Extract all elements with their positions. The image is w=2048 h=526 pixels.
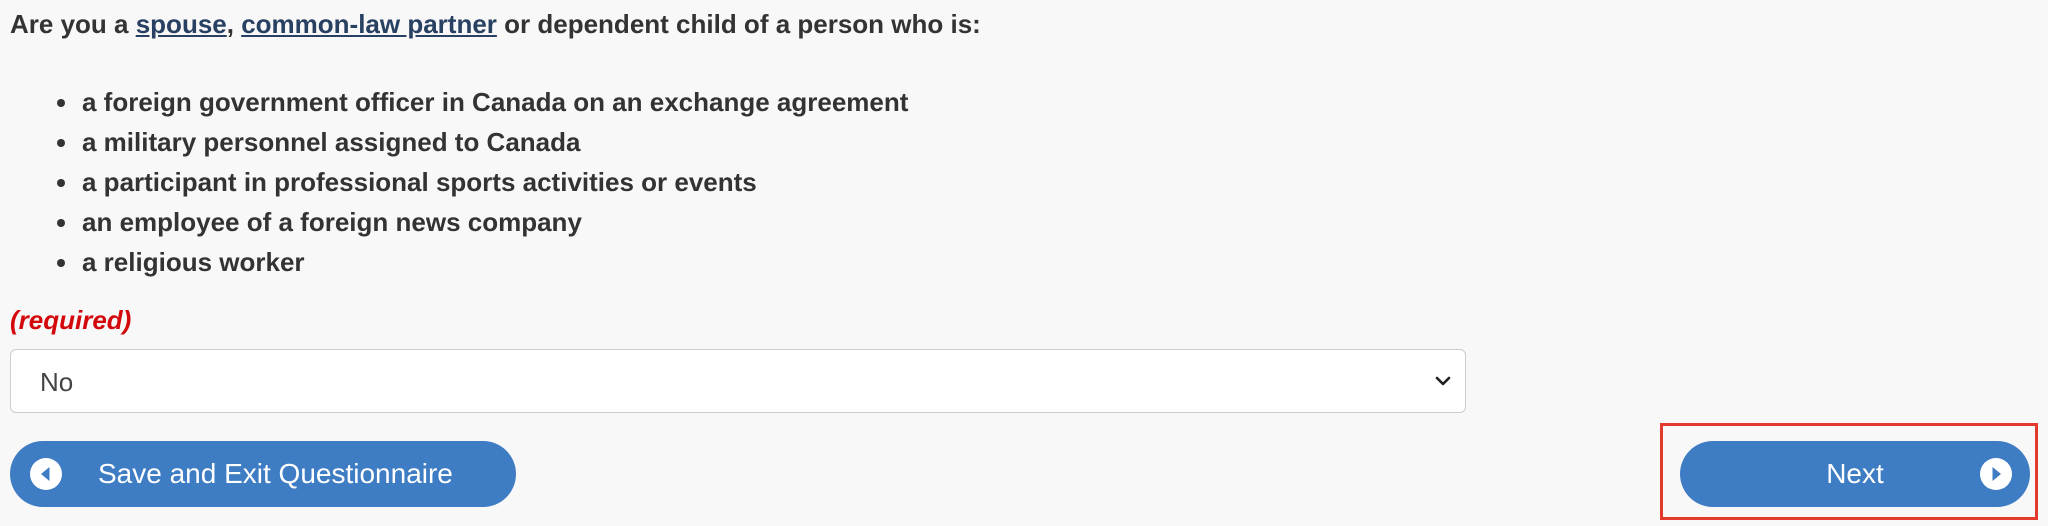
save-and-exit-label: Save and Exit Questionnaire [98,458,453,489]
question-separator: , [226,9,242,39]
list-item: a military personnel assigned to Canada [80,122,908,162]
next-button[interactable]: Next [1680,441,2030,507]
answer-select-value: No [40,367,74,397]
question-text: Are you a spouse, common-law partner or … [10,8,981,40]
conditions-list: a foreign government officer in Canada o… [30,82,908,282]
save-and-exit-button[interactable]: Save and Exit Questionnaire [10,441,516,507]
spouse-link[interactable]: spouse [136,9,227,39]
common-law-partner-link[interactable]: common-law partner [241,9,497,39]
chevron-down-icon [1435,376,1451,386]
required-label: (required) [10,305,132,335]
list-item: an employee of a foreign news company [80,202,908,242]
answer-select[interactable]: No [10,349,1466,413]
list-item: a religious worker [80,242,908,282]
arrow-right-circle-icon [1980,458,2012,490]
list-item: a foreign government officer in Canada o… [80,82,908,122]
question-prefix: Are you a [10,9,136,39]
list-item: a participant in professional sports act… [80,162,908,202]
arrow-left-circle-icon [30,458,62,490]
question-suffix: or dependent child of a person who is: [496,9,981,39]
